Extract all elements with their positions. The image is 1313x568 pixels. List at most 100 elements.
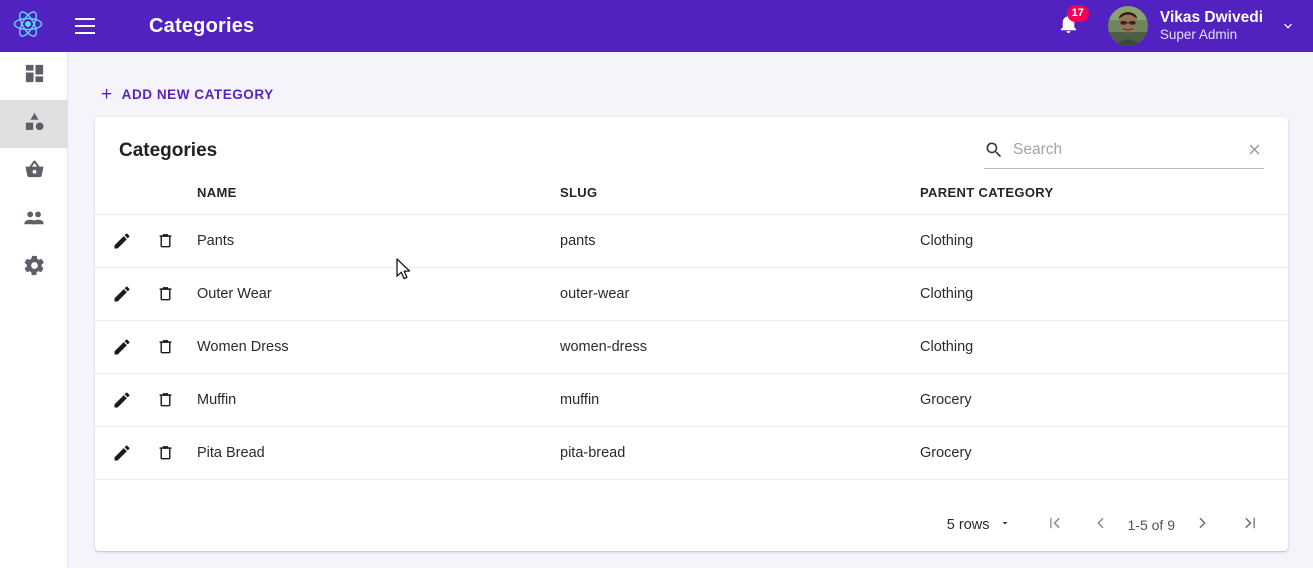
trash-icon[interactable] xyxy=(152,387,178,413)
delete-cell xyxy=(152,373,197,427)
cell-parent: Clothing xyxy=(920,214,1288,268)
table-row[interactable]: Pita Bread pita-bread Grocery xyxy=(95,426,1288,480)
pencil-icon[interactable] xyxy=(109,334,135,360)
trash-icon[interactable] xyxy=(152,440,178,466)
sidebar xyxy=(0,52,68,568)
cell-name: Muffin xyxy=(197,373,560,427)
cell-slug: outer-wear xyxy=(560,267,920,321)
search-input[interactable] xyxy=(1013,140,1244,159)
table-body: Pants pants Clothing Outer Wear outer-we… xyxy=(95,214,1288,480)
cell-parent: Grocery xyxy=(920,373,1288,427)
card-header: Categories xyxy=(95,117,1288,185)
cell-name: Outer Wear xyxy=(197,267,560,321)
gear-icon xyxy=(23,254,46,282)
main-content: + ADD NEW CATEGORY Categories Search NAM… xyxy=(68,52,1313,568)
page-title: Categories xyxy=(149,14,255,37)
table-row[interactable]: Pants pants Clothing xyxy=(95,214,1288,268)
menu-bar-1 xyxy=(75,18,95,20)
table-row[interactable]: Muffin muffin Grocery xyxy=(95,373,1288,427)
cell-slug: pita-bread xyxy=(560,426,920,480)
first-page-icon xyxy=(1046,514,1064,537)
rows-per-page-label: 5 rows xyxy=(946,517,990,533)
react-logo xyxy=(0,0,56,52)
sidebar-item-products[interactable] xyxy=(0,148,68,196)
cell-parent: Clothing xyxy=(920,267,1288,321)
cell-name: Women Dress xyxy=(197,320,560,374)
sidebar-item-dashboard[interactable] xyxy=(0,52,68,100)
cell-slug: pants xyxy=(560,214,920,268)
delete-cell xyxy=(152,320,197,374)
pencil-icon[interactable] xyxy=(109,281,135,307)
add-new-category-label: ADD NEW CATEGORY xyxy=(121,87,274,102)
chevron-down-icon[interactable] xyxy=(1279,17,1297,35)
avatar[interactable] xyxy=(1107,6,1148,46)
table-row[interactable]: Outer Wear outer-wear Clothing xyxy=(95,267,1288,321)
sidebar-item-users[interactable] xyxy=(0,196,68,244)
category-shapes-icon xyxy=(23,110,46,138)
app-root: Categories 17 Vikas Dwivedi Super Admin … xyxy=(0,0,1313,568)
trash-icon[interactable] xyxy=(152,334,178,360)
hamburger-menu-icon[interactable] xyxy=(62,3,108,49)
delete-cell xyxy=(152,426,197,480)
table-header-slug: SLUG xyxy=(560,185,920,215)
previous-page-icon xyxy=(1092,514,1110,537)
sidebar-item-settings[interactable] xyxy=(0,244,68,292)
notifications-button[interactable]: 17 xyxy=(1048,5,1090,47)
notification-badge: 17 xyxy=(1066,5,1089,22)
plus-icon: + xyxy=(101,84,113,105)
menu-bar-2 xyxy=(75,25,95,27)
user-info[interactable]: Vikas Dwivedi Super Admin xyxy=(1160,9,1263,42)
edit-cell xyxy=(95,373,152,427)
table-header-delete xyxy=(152,185,197,215)
table-row[interactable]: Women Dress women-dress Clothing xyxy=(95,320,1288,374)
user-role: Super Admin xyxy=(1159,27,1238,43)
edit-cell xyxy=(95,214,152,268)
card-title: Categories xyxy=(119,140,218,161)
previous-page-button[interactable] xyxy=(1081,505,1121,545)
sidebar-item-categories[interactable] xyxy=(0,100,68,148)
categories-table: NAME SLUG PARENT CATEGORY Pants pants Cl… xyxy=(95,185,1288,480)
trash-icon[interactable] xyxy=(152,281,178,307)
categories-card: Categories Search NAME SLUG PARENT CATEG… xyxy=(95,117,1288,551)
edit-cell xyxy=(95,267,152,321)
table-header: NAME SLUG PARENT CATEGORY xyxy=(95,185,1288,215)
top-app-bar: Categories 17 Vikas Dwivedi Super Admin xyxy=(0,0,1313,52)
rows-per-page-select[interactable]: 5 rows xyxy=(947,517,1011,533)
search-icon xyxy=(984,140,1004,160)
cell-name: Pita Bread xyxy=(197,426,560,480)
table-header-edit xyxy=(95,185,152,215)
pencil-icon[interactable] xyxy=(109,440,135,466)
cell-parent: Clothing xyxy=(920,320,1288,374)
delete-cell xyxy=(152,267,197,321)
menu-bar-3 xyxy=(75,32,95,34)
next-page-button[interactable] xyxy=(1182,505,1222,545)
edit-cell xyxy=(95,320,152,374)
last-page-button[interactable] xyxy=(1230,505,1270,545)
first-page-button[interactable] xyxy=(1035,505,1075,545)
cell-name: Pants xyxy=(197,214,560,268)
table-header-parent: PARENT CATEGORY xyxy=(920,185,1288,215)
cell-slug: muffin xyxy=(560,373,920,427)
dashboard-grid-icon xyxy=(23,62,46,90)
edit-cell xyxy=(95,426,152,480)
search-box xyxy=(984,131,1264,169)
people-icon xyxy=(22,206,46,235)
add-new-category-button[interactable]: + ADD NEW CATEGORY xyxy=(95,81,280,108)
caret-down-icon xyxy=(999,517,1011,533)
next-page-icon xyxy=(1193,514,1211,537)
delete-cell xyxy=(152,214,197,268)
pagination: 5 rows 1-5 of 9 xyxy=(95,499,1288,551)
react-logo-icon xyxy=(11,7,45,46)
pagination-range: 1-5 of 9 xyxy=(1127,517,1175,533)
cell-parent: Grocery xyxy=(920,426,1288,480)
cell-slug: women-dress xyxy=(560,320,920,374)
user-name: Vikas Dwivedi xyxy=(1159,9,1263,27)
trash-icon[interactable] xyxy=(152,228,178,254)
appbar-right-cluster: 17 Vikas Dwivedi Super Admin xyxy=(1048,0,1313,52)
close-icon[interactable] xyxy=(1244,140,1264,160)
pencil-icon[interactable] xyxy=(109,228,135,254)
pencil-icon[interactable] xyxy=(109,387,135,413)
table-header-name: NAME xyxy=(197,185,560,215)
basket-icon xyxy=(23,158,46,186)
last-page-icon xyxy=(1241,514,1259,537)
